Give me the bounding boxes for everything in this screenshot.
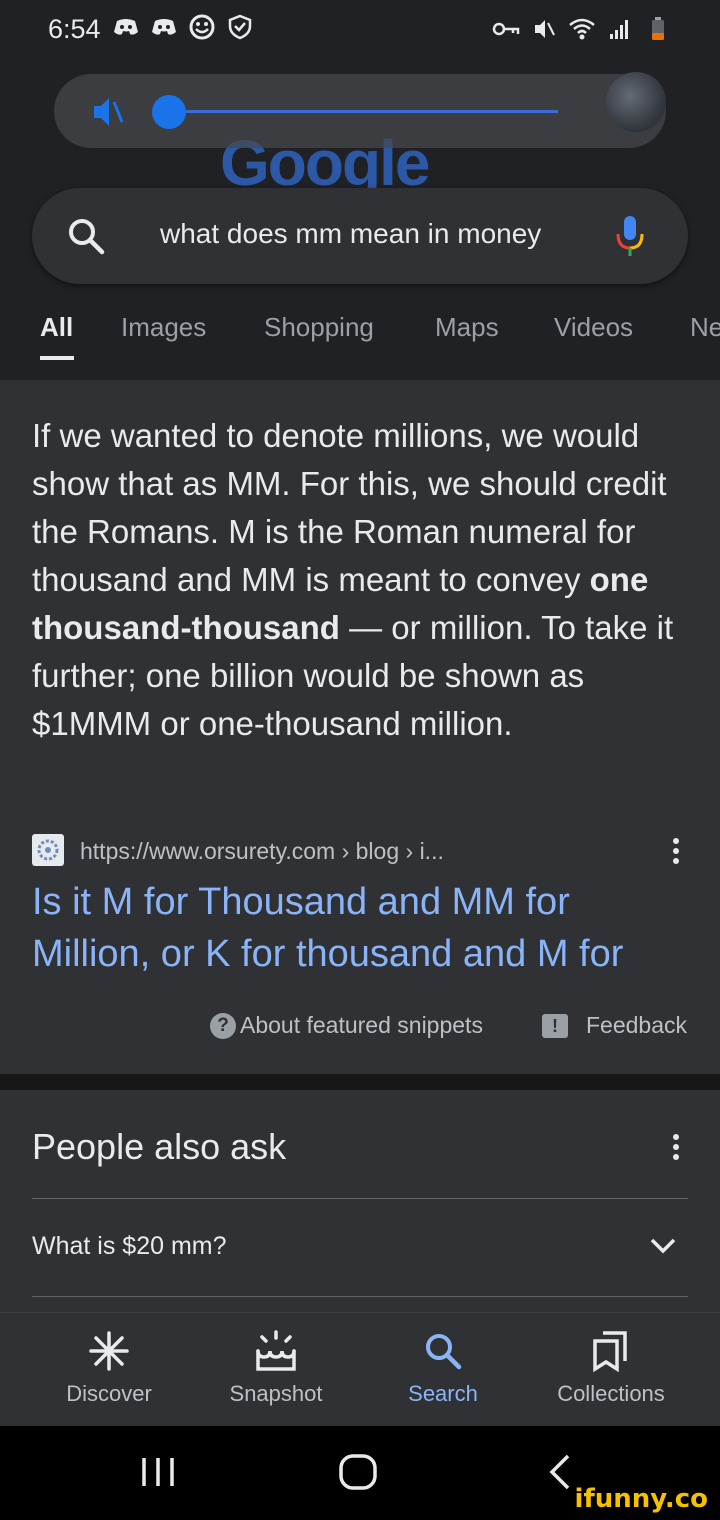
avatar[interactable] xyxy=(606,72,666,132)
mute-icon[interactable] xyxy=(90,94,126,130)
vpn-key-icon xyxy=(492,16,520,42)
paa-title: People also ask xyxy=(32,1126,287,1167)
chevron-down-icon[interactable] xyxy=(648,1234,678,1258)
search-header: Google what does mm mean in money All Im… xyxy=(0,60,720,380)
nav-search[interactable]: Search xyxy=(358,1327,528,1407)
home-icon[interactable] xyxy=(338,1454,378,1495)
mic-icon[interactable] xyxy=(614,212,646,260)
people-also-ask: People also ask What is $20 mm? xyxy=(0,1090,720,1312)
tab-videos[interactable]: Videos xyxy=(554,312,633,343)
about-featured-snippets[interactable]: ? About featured snippets xyxy=(210,1012,483,1039)
snippet-footer: ? About featured snippets ! Feedback xyxy=(0,1010,720,1046)
result-title-link[interactable]: Is it M for Thousand and MM for Million,… xyxy=(32,876,688,980)
source-row[interactable]: https://www.orsurety.com › blog › i... xyxy=(32,832,688,872)
more-options-icon[interactable] xyxy=(672,838,680,868)
volume-slider-track[interactable] xyxy=(172,110,558,113)
shield-icon xyxy=(226,14,254,40)
discord-icon xyxy=(150,14,178,40)
search-icon xyxy=(66,216,106,256)
help-icon: ? xyxy=(210,1012,236,1039)
site-favicon xyxy=(32,834,64,866)
more-options-icon[interactable] xyxy=(672,1134,680,1164)
tab-maps[interactable]: Maps xyxy=(435,312,499,343)
volume-slider-handle[interactable] xyxy=(152,95,186,129)
source-url[interactable]: https://www.orsurety.com › blog › i... xyxy=(80,838,444,865)
volume-overlay[interactable] xyxy=(54,74,666,148)
bottom-navigation: Discover Snapshot Search Collections xyxy=(0,1312,720,1426)
active-tab-indicator xyxy=(40,356,74,360)
wifi-icon xyxy=(568,16,596,42)
search-icon xyxy=(358,1327,528,1375)
mute-icon xyxy=(530,16,558,42)
system-navigation-bar: ifunny.co xyxy=(0,1426,720,1520)
tab-news[interactable]: News xyxy=(690,312,720,343)
featured-snippet: If we wanted to denote millions, we woul… xyxy=(0,380,720,1074)
status-time: 6:54 xyxy=(48,14,101,44)
asterisk-icon xyxy=(24,1327,194,1375)
collections-icon xyxy=(526,1327,696,1375)
search-input[interactable]: what does mm mean in money xyxy=(160,218,566,250)
snippet-text: If we wanted to denote millions, we woul… xyxy=(32,417,674,742)
paa-question[interactable]: What is $20 mm? xyxy=(32,1232,227,1261)
discord-icon xyxy=(112,14,140,40)
nav-snapshot[interactable]: Snapshot xyxy=(191,1327,361,1407)
smiley-icon xyxy=(188,14,216,40)
snapshot-icon xyxy=(191,1327,361,1375)
section-divider xyxy=(0,1074,720,1090)
system-status-icons xyxy=(492,16,672,42)
feedback-icon: ! xyxy=(542,1013,568,1038)
search-tabs: All Images Shopping Maps Videos News xyxy=(0,312,720,372)
divider xyxy=(32,1296,688,1297)
back-icon[interactable] xyxy=(546,1454,576,1495)
search-bar[interactable]: what does mm mean in money xyxy=(32,188,688,284)
nav-discover[interactable]: Discover xyxy=(24,1327,194,1407)
feedback-button[interactable]: ! Feedback xyxy=(542,1012,687,1039)
recents-icon[interactable] xyxy=(138,1454,178,1495)
tab-images[interactable]: Images xyxy=(121,312,206,343)
notification-icons xyxy=(112,14,254,40)
ifunny-watermark: ifunny.co xyxy=(574,1484,708,1514)
tab-all[interactable]: All xyxy=(40,312,73,343)
status-bar: 6:54 xyxy=(0,0,720,60)
tab-shopping[interactable]: Shopping xyxy=(264,312,374,343)
battery-low-icon xyxy=(644,16,672,42)
signal-icon xyxy=(606,16,634,42)
divider xyxy=(32,1198,688,1199)
nav-collections[interactable]: Collections xyxy=(526,1327,696,1407)
